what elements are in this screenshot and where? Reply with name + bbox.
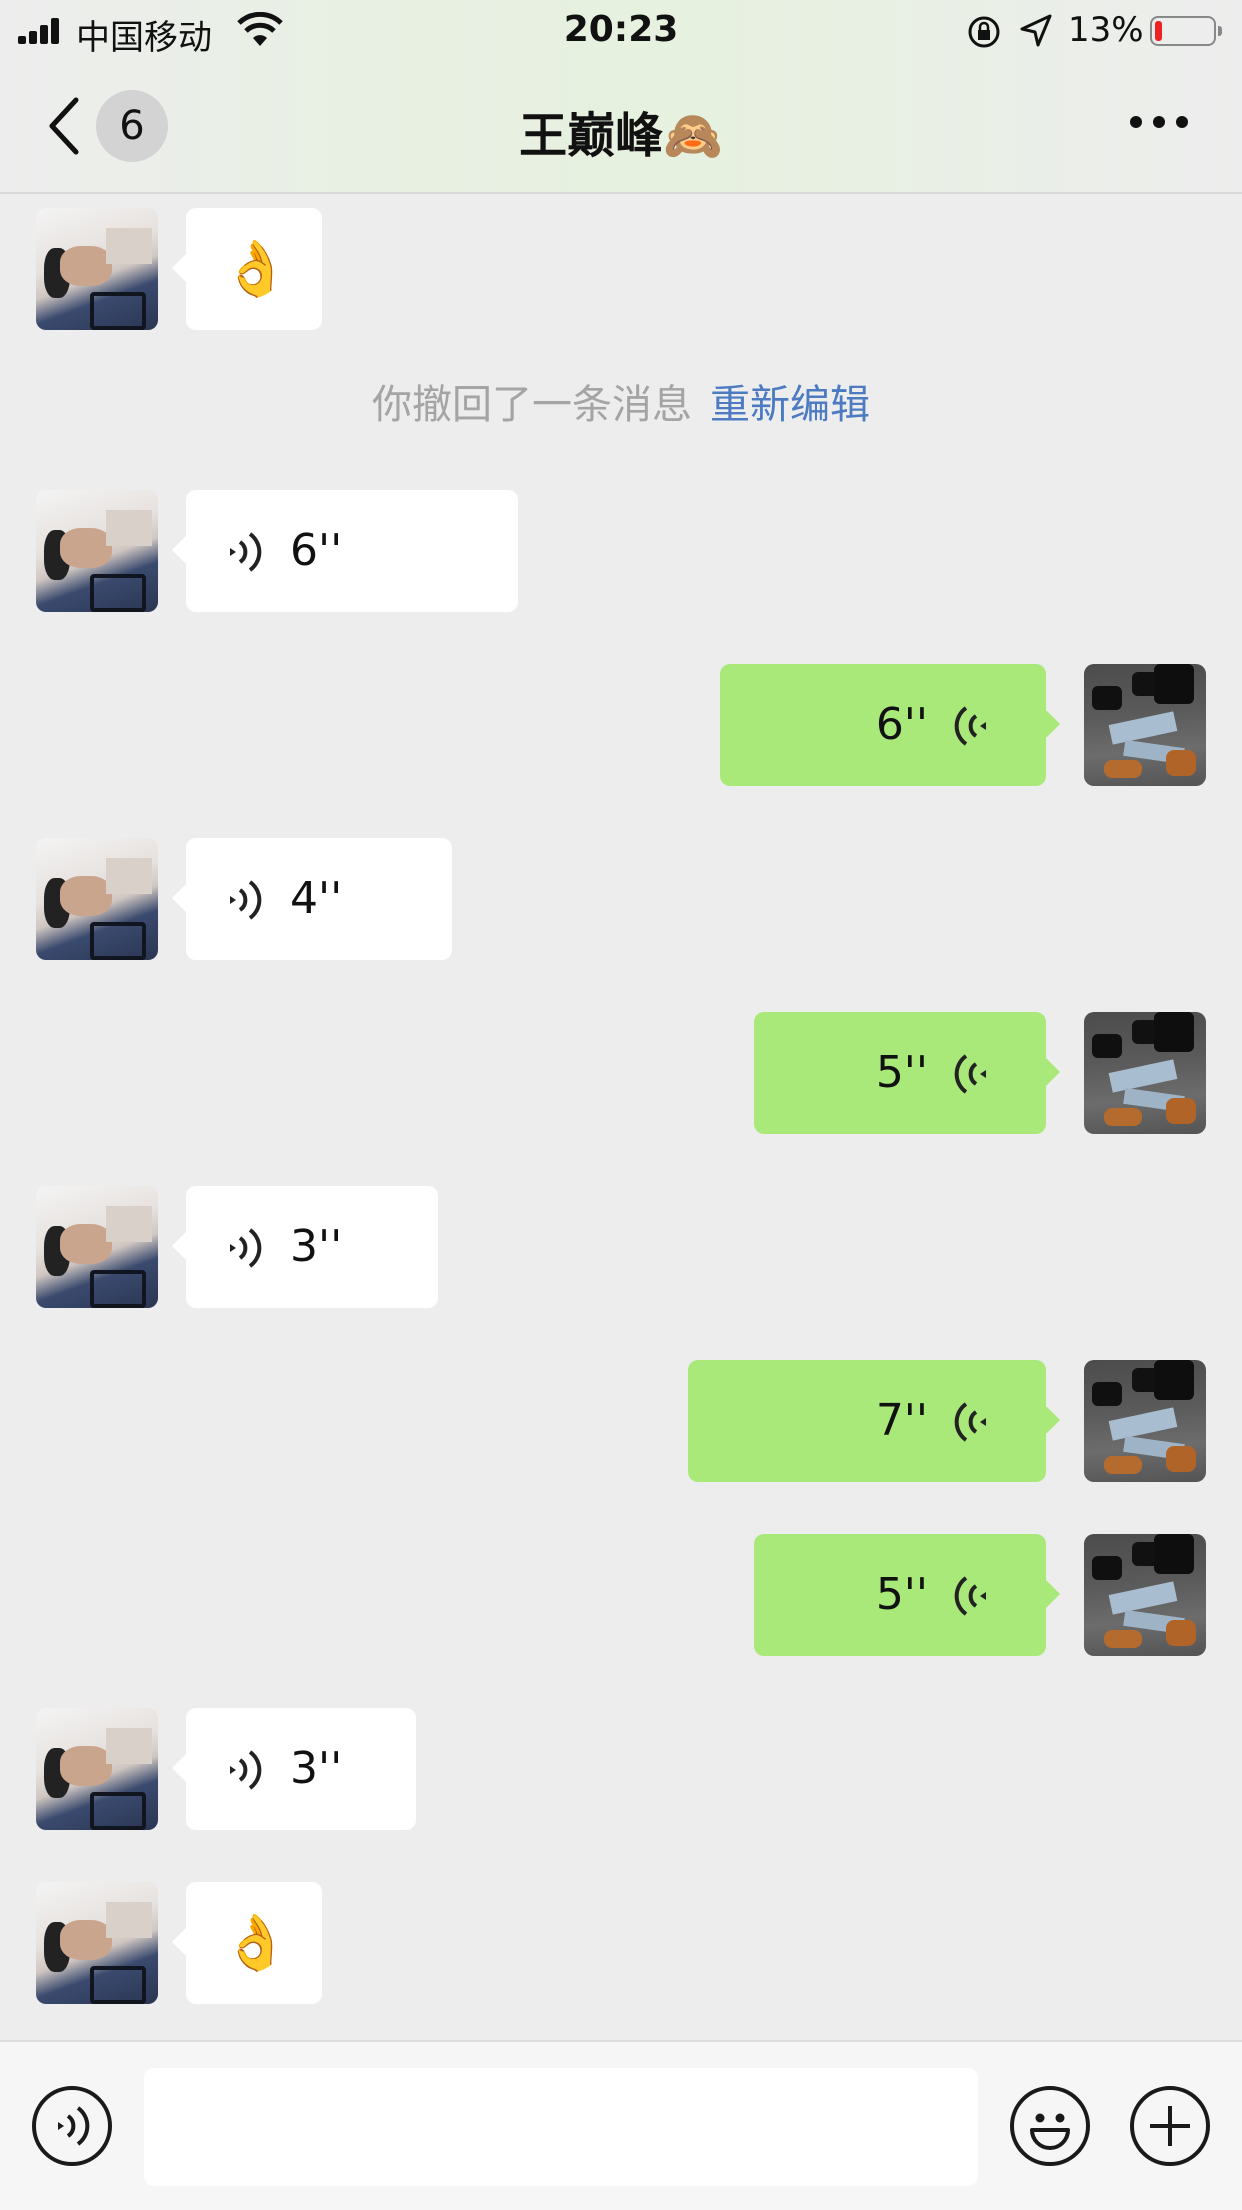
recall-text: 你撤回了一条消息 [372,382,692,428]
more-dots-icon[interactable] [1130,116,1188,130]
voice-wave-icon [230,1750,262,1790]
message-input[interactable] [144,2068,978,2186]
voice-duration: 3'' [290,1743,343,1794]
my-avatar[interactable] [1084,1360,1206,1482]
my-avatar[interactable] [1084,1012,1206,1134]
ok-hand-emoji: 👌 [222,1911,290,1974]
voice-wave-icon [954,1576,986,1616]
plus-icon[interactable] [1130,2086,1210,2166]
voice-mode-icon[interactable] [32,2086,112,2166]
emoji-face-icon[interactable] [1010,2086,1090,2166]
contact-avatar[interactable] [36,208,158,330]
contact-avatar[interactable] [36,838,158,960]
voice-bubble[interactable]: 6'' [172,490,518,612]
orientation-lock-icon [968,16,1000,48]
contact-name: 王巅峰 [519,108,664,164]
voice-duration: 5'' [875,1569,928,1620]
title-emoji: 🙈 [663,108,723,164]
voice-bubble[interactable]: 4'' [172,838,452,960]
my-avatar[interactable] [1084,664,1206,786]
voice-wave-icon [954,1054,986,1094]
voice-wave-icon [954,1402,986,1442]
voice-duration: 4'' [290,873,343,924]
voice-duration: 6'' [290,525,343,576]
voice-bubble[interactable]: 5'' [754,1534,1060,1656]
status-bar: 中国移动 20:23 13% [0,0,1242,62]
battery-level [1155,21,1162,41]
emoji-bubble[interactable]: 👌 [172,1882,322,2004]
voice-wave-icon [230,880,262,920]
my-avatar[interactable] [1084,1534,1206,1656]
contact-avatar[interactable] [36,490,158,612]
voice-bubble[interactable]: 5'' [754,1012,1060,1134]
voice-wave-icon [230,532,262,572]
voice-duration: 6'' [875,699,928,750]
ok-hand-emoji: 👌 [222,237,290,300]
voice-wave-icon [230,1228,262,1268]
voice-bubble[interactable]: 6'' [720,664,1060,786]
voice-bubble[interactable]: 7'' [688,1360,1060,1482]
top-bar: 中国移动 20:23 13% 6 王巅峰🙈 [0,0,1242,194]
voice-duration: 3'' [290,1221,343,1272]
voice-bubble[interactable]: 3'' [172,1186,438,1308]
re-edit-link[interactable]: 重新编辑 [710,382,870,428]
recall-notice: 你撤回了一条消息 重新编辑 [0,372,1242,430]
battery-percent: 13% [1068,10,1144,50]
voice-wave-icon [954,706,986,746]
battery-icon [1150,16,1222,46]
chat-title: 王巅峰🙈 [0,96,1242,166]
location-arrow-icon [1020,14,1052,47]
input-bar [0,2040,1242,2210]
contact-avatar[interactable] [36,1186,158,1308]
voice-bubble[interactable]: 3'' [172,1708,416,1830]
emoji-bubble[interactable]: 👌 [172,208,322,330]
voice-duration: 5'' [875,1047,928,1098]
contact-avatar[interactable] [36,1882,158,2004]
contact-avatar[interactable] [36,1708,158,1830]
voice-duration: 7'' [875,1395,928,1446]
status-time: 20:23 [563,9,679,50]
